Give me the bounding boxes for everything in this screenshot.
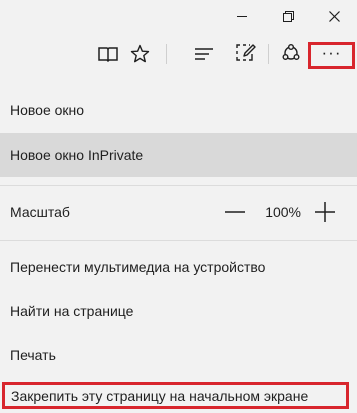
zoom-controls: 100% — [225, 190, 335, 234]
minus-icon — [225, 211, 246, 213]
reading-view-button[interactable] — [94, 32, 122, 76]
plus-icon — [315, 202, 335, 222]
hub-button[interactable] — [190, 32, 218, 76]
title-bar — [0, 0, 357, 32]
menu-item-print[interactable]: Печать — [0, 333, 357, 377]
more-actions-button[interactable]: ··· — [308, 42, 355, 69]
menu-item-find-on-page[interactable]: Найти на странице — [0, 289, 357, 333]
menu-item-new-window[interactable]: Новое окно — [0, 88, 357, 132]
menu-item-label: Печать — [10, 347, 56, 363]
menu-item-label: Закрепить эту страницу на начальном экра… — [11, 387, 309, 404]
toolbar-separator — [166, 44, 167, 64]
favorites-button[interactable] — [126, 32, 154, 76]
restore-button[interactable] — [265, 0, 311, 32]
more-actions-menu: Новое окно Новое окно InPrivate Масштаб … — [0, 76, 357, 413]
menu-item-label: Новое окно InPrivate — [10, 147, 144, 163]
hub-icon — [195, 48, 213, 60]
pen-note-icon — [236, 44, 256, 61]
menu-divider — [0, 240, 357, 241]
menu-divider — [0, 185, 357, 186]
close-icon — [328, 10, 340, 22]
zoom-in-button[interactable] — [315, 202, 335, 222]
minimize-button[interactable] — [219, 0, 265, 32]
menu-item-zoom: Масштаб 100% — [0, 190, 357, 234]
book-icon — [98, 47, 118, 62]
menu-item-cast-media[interactable]: Перенести мультимедиа на устройство — [0, 245, 357, 289]
browser-toolbar: ··· — [0, 32, 357, 76]
menu-item-pin-to-start[interactable]: Закрепить эту страницу на начальном экра… — [2, 382, 349, 409]
menu-item-label: Новое окно — [10, 102, 85, 118]
zoom-out-button[interactable] — [225, 202, 246, 222]
menu-item-new-inprivate-window[interactable]: Новое окно InPrivate — [0, 133, 357, 177]
toolbar-separator — [268, 44, 269, 64]
minimize-icon — [237, 15, 247, 17]
more-icon: ··· — [321, 43, 342, 62]
close-button[interactable] — [311, 0, 357, 32]
star-icon — [130, 44, 150, 63]
share-icon — [282, 44, 300, 60]
restore-icon — [282, 10, 294, 22]
menu-item-label: Перенести мультимедиа на устройство — [10, 259, 266, 275]
share-button[interactable] — [277, 32, 305, 76]
zoom-label: Масштаб — [10, 204, 70, 220]
web-note-button[interactable] — [232, 32, 260, 76]
zoom-value: 100% — [265, 204, 301, 220]
menu-item-label: Найти на странице — [10, 303, 134, 319]
